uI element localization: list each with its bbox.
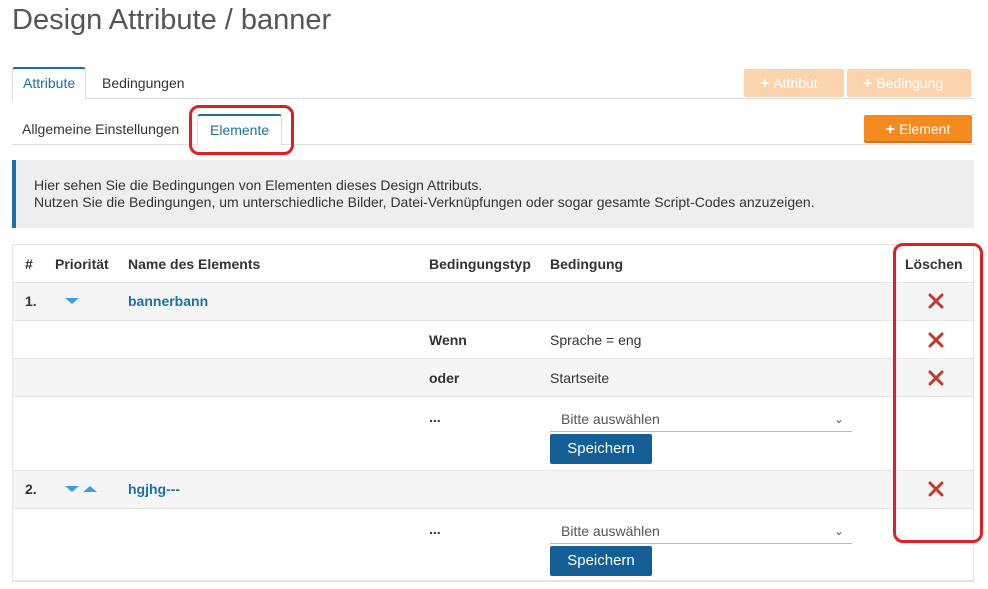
elements-table: # Priorität Name des Elements Bedingungs…	[12, 244, 974, 582]
element-name-link[interactable]: hgjhg---	[128, 481, 180, 497]
element-number: 2.	[25, 481, 37, 497]
condition-select[interactable]: Bitte auswählen ⌄	[550, 518, 852, 544]
header-condition: Bedingung	[550, 256, 624, 272]
info-line-2: Nutzen Sie die Bedingungen, um unterschi…	[34, 194, 815, 210]
save-button[interactable]: Speichern	[550, 546, 652, 576]
subtab-allgemeine-einstellungen[interactable]: Allgemeine Einstellungen	[12, 114, 189, 145]
tab-bedingungen[interactable]: Bedingungen	[92, 67, 195, 99]
table-row-new-condition: ... Bitte auswählen ⌄ Speichern	[13, 397, 973, 471]
add-attribut-label: Attribut	[773, 75, 818, 91]
info-box: Hier sehen Sie die Bedingungen von Eleme…	[12, 160, 974, 228]
table-header: # Priorität Name des Elements Bedingungs…	[13, 245, 973, 283]
table-row-element: 2. hgjhg---	[13, 471, 973, 509]
chevron-down-icon: ⌄	[833, 524, 844, 538]
condition-type: Wenn	[429, 332, 467, 348]
element-number: 1.	[25, 293, 37, 309]
page-title: Design Attribute / banner	[12, 4, 332, 36]
condition-select-value: Bitte auswählen	[561, 411, 660, 427]
save-button[interactable]: Speichern	[550, 434, 652, 464]
condition-value: Sprache = eng	[550, 332, 642, 348]
sub-tabs: Allgemeine Einstellungen Elemente	[12, 114, 974, 146]
header-num: #	[25, 256, 33, 272]
plus-icon: +	[863, 75, 873, 92]
move-down-icon[interactable]	[65, 298, 79, 304]
delete-icon[interactable]	[927, 480, 945, 498]
plus-icon: +	[885, 121, 895, 138]
condition-type: oder	[429, 370, 460, 386]
subtab-elemente[interactable]: Elemente	[197, 114, 283, 146]
delete-icon[interactable]	[927, 331, 945, 349]
priority-controls	[65, 298, 83, 314]
header-type: Bedingungstyp	[429, 256, 531, 272]
new-condition-type: ...	[429, 521, 441, 537]
tab-attribute[interactable]: Attribute	[12, 67, 87, 100]
table-row-element: 1. bannerbann	[13, 283, 973, 321]
chevron-down-icon: ⌄	[833, 412, 844, 426]
add-bedingung-label: Bedingung	[876, 75, 944, 91]
condition-value: Startseite	[550, 370, 610, 386]
condition-select-value: Bitte auswählen	[561, 523, 660, 539]
table-row-condition: Wenn Sprache = eng	[13, 321, 973, 359]
new-condition-type: ...	[429, 409, 441, 425]
add-element-label: Element	[898, 121, 951, 137]
element-name-link[interactable]: bannerbann	[128, 293, 208, 309]
add-attribut-button[interactable]: + Attribut	[744, 69, 844, 97]
move-up-icon[interactable]	[83, 486, 97, 492]
table-row-condition: oder Startseite	[13, 359, 973, 397]
move-down-icon[interactable]	[65, 486, 79, 492]
table-row-new-condition: ... Bitte auswählen ⌄ Speichern	[13, 509, 973, 581]
add-element-button[interactable]: + Element	[864, 115, 972, 143]
header-priority: Priorität	[55, 256, 109, 272]
delete-icon[interactable]	[927, 292, 945, 310]
condition-select[interactable]: Bitte auswählen ⌄	[550, 406, 852, 432]
header-name: Name des Elements	[128, 256, 261, 272]
info-line-1: Hier sehen Sie die Bedingungen von Eleme…	[34, 177, 483, 193]
priority-controls	[65, 486, 101, 502]
plus-icon: +	[760, 75, 770, 92]
header-delete: Löschen	[905, 256, 963, 272]
add-bedingung-button[interactable]: + Bedingung	[847, 69, 971, 97]
delete-icon[interactable]	[927, 369, 945, 387]
